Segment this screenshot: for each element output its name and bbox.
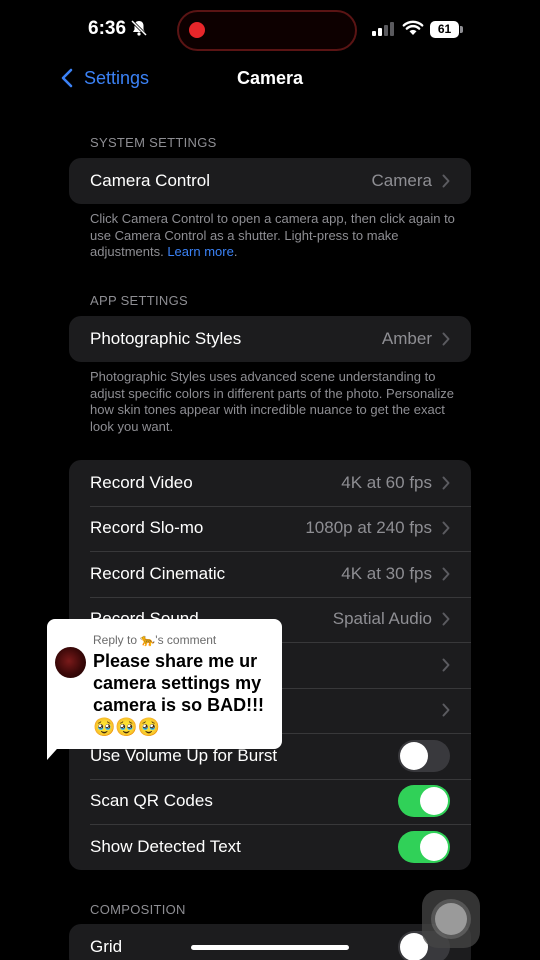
chevron-right-icon <box>442 612 450 626</box>
section-header-composition: COMPOSITION <box>90 902 186 917</box>
camera-control-footnote: Click Camera Control to open a camera ap… <box>90 211 455 259</box>
row-value: 4K at 60 fps <box>341 472 432 492</box>
row-value: Spatial Audio <box>332 609 432 629</box>
status-time: 6:36 <box>88 18 127 39</box>
row-label: Camera Control <box>90 170 210 190</box>
avatar <box>55 647 86 678</box>
page-title: Camera <box>236 68 304 88</box>
comment-text: Please share me ur camera settings my ca… <box>93 651 265 737</box>
wifi-icon <box>402 20 424 35</box>
chevron-right-icon <box>442 174 450 188</box>
scan-qr-codes-toggle[interactable] <box>398 785 450 818</box>
volume-up-burst-toggle[interactable] <box>398 739 450 772</box>
assistive-touch-button[interactable] <box>422 890 480 948</box>
row-value: 1080p at 240 fps <box>305 518 432 538</box>
home-indicator[interactable] <box>191 945 349 950</box>
camera-control-row[interactable]: Camera Control Camera <box>69 158 471 204</box>
chevron-right-icon <box>442 476 450 490</box>
show-detected-text-toggle[interactable] <box>398 830 450 863</box>
battery-icon: 61 <box>430 21 463 38</box>
row-value: Camera <box>371 170 432 190</box>
chevron-right-icon <box>442 567 450 581</box>
photographic-styles-row[interactable]: Photographic Styles Amber <box>69 316 471 362</box>
composition-group: Grid <box>69 924 471 960</box>
row-value: 4K at 30 fps <box>341 563 432 583</box>
photographic-styles-footnote: Photographic Styles uses advanced scene … <box>90 369 454 434</box>
learn-more-link[interactable]: Learn more <box>167 244 233 259</box>
system-settings-group: Camera Control Camera <box>69 158 471 204</box>
chevron-right-icon <box>442 703 450 717</box>
chevron-right-icon <box>442 658 450 672</box>
record-slo-mo-row[interactable]: Record Slo-mo 1080p at 240 fps <box>69 505 471 552</box>
row-label: Record Video <box>90 472 193 492</box>
grid-row: Grid <box>69 924 471 960</box>
row-value: Amber <box>381 328 432 348</box>
battery-level: 61 <box>430 21 459 38</box>
cellular-signal-icon <box>372 22 394 36</box>
footnote-text: Click Camera Control to open a camera ap… <box>90 211 455 259</box>
chevron-right-icon <box>442 332 450 346</box>
row-label: Photographic Styles <box>90 328 242 348</box>
record-video-row[interactable]: Record Video 4K at 60 fps <box>69 460 471 506</box>
app-settings-group: Photographic Styles Amber <box>69 316 471 362</box>
screen-recording-icon <box>189 22 205 38</box>
show-detected-text-row: Show Detected Text <box>69 824 471 870</box>
record-cinematic-row[interactable]: Record Cinematic 4K at 30 fps <box>69 551 471 597</box>
row-label: Record Cinematic <box>90 563 226 583</box>
scan-qr-codes-row: Scan QR Codes <box>69 778 471 825</box>
row-label: Scan QR Codes <box>90 791 213 811</box>
chevron-right-icon <box>442 521 450 535</box>
row-label: Record Slo-mo <box>90 518 204 538</box>
section-header-system-settings: SYSTEM SETTINGS <box>90 135 217 150</box>
reply-to-label: Reply to 🐆's comment <box>93 633 217 647</box>
bell-slash-icon <box>130 19 148 37</box>
section-header-app-settings: APP SETTINGS <box>90 293 188 308</box>
row-label: Show Detected Text <box>90 836 241 856</box>
